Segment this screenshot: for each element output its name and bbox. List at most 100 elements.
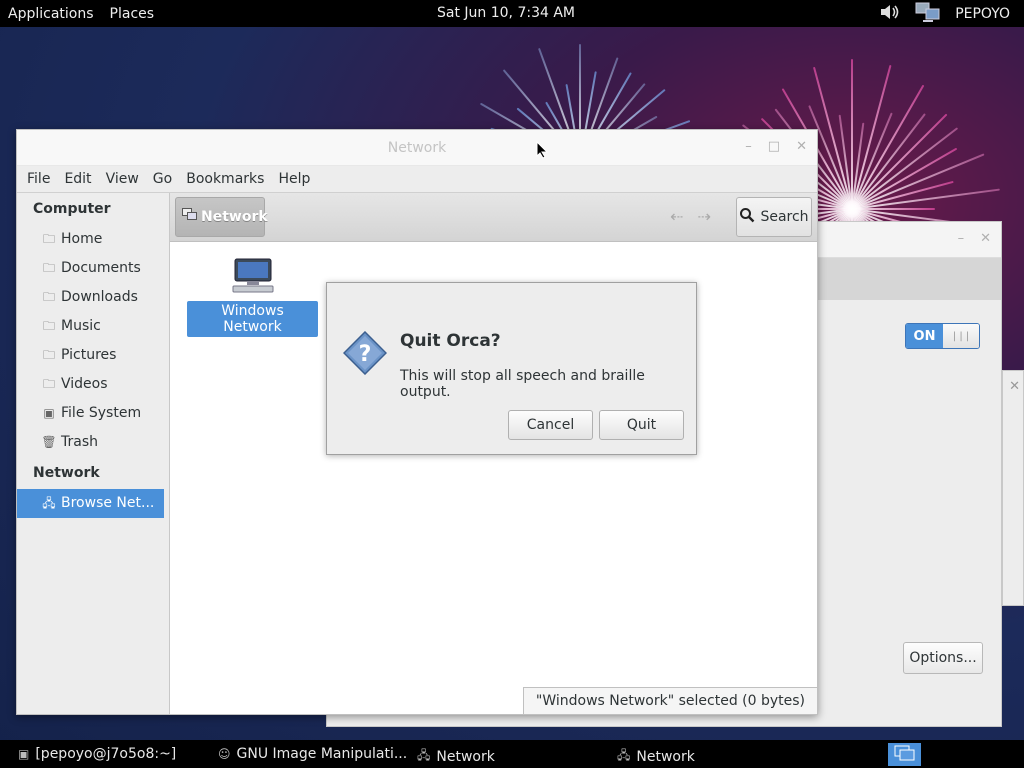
menu-edit[interactable]: Edit [57, 171, 98, 187]
windows-network-icon [231, 258, 275, 299]
menu-go[interactable]: Go [146, 171, 179, 187]
firework-spark [851, 153, 985, 210]
workspace-icon [894, 745, 916, 765]
firework-spark [851, 59, 853, 209]
sidebar-item-file-system[interactable]: ▣ File System [17, 399, 169, 428]
sidebar-item-pictures[interactable]: 🗀 Pictures [17, 341, 169, 370]
workspace-switcher[interactable] [888, 743, 921, 766]
sidebar-item-label: Videos [61, 376, 108, 392]
quit-orca-dialog: ? Quit Orca? This will stop all speech a… [326, 282, 697, 455]
folder-icon: 🗀 [42, 232, 55, 246]
folder-icon: 🗀 [42, 290, 55, 304]
taskbar-item-label: GNU Image Manipulati... [236, 746, 408, 762]
svg-text:?: ? [359, 342, 372, 367]
network-icon[interactable] [915, 1, 941, 27]
toggle-on-label: ON [906, 324, 943, 348]
gimp-icon: ☺ [218, 747, 231, 761]
search-button[interactable]: Search [736, 197, 812, 237]
taskbar-item-network-2[interactable]: 🖧 Network [617, 746, 695, 767]
sidebar-item-home[interactable]: 🗀 Home [17, 225, 169, 254]
sidebar-heading-network: Network [33, 465, 100, 481]
sidebar-item-label: Documents [61, 260, 141, 276]
close-icon[interactable]: ✕ [980, 231, 991, 246]
sidebar-item-documents[interactable]: 🗀 Documents [17, 254, 169, 283]
dialog-title: Quit Orca? [400, 331, 501, 351]
cancel-button[interactable]: Cancel [508, 410, 593, 440]
sidebar-item-label: Browse Net... [61, 495, 155, 511]
firework-spark [851, 127, 959, 210]
breadcrumb-label: Network [201, 209, 268, 225]
sidebar-item-trash[interactable]: 🗑 Trash [17, 428, 169, 457]
firework-spark [851, 84, 925, 210]
trash-icon: 🗑 [41, 435, 57, 449]
menu-help[interactable]: Help [271, 171, 317, 187]
taskbar-item-label: Network [436, 748, 495, 765]
firework-spark [851, 188, 1000, 210]
places-menu[interactable]: Places [102, 6, 163, 22]
sidebar-item-downloads[interactable]: 🗀 Downloads [17, 283, 169, 312]
firework-spark [851, 147, 957, 210]
close-icon[interactable]: ✕ [1009, 379, 1020, 394]
quit-button[interactable]: Quit [599, 410, 684, 440]
taskbar-item-network-1[interactable]: 🖧 Network [417, 746, 495, 767]
taskbar-item-gimp[interactable]: ☺ GNU Image Manipulati... [218, 746, 407, 762]
minimize-icon[interactable]: – [958, 231, 965, 246]
firework-spark [838, 114, 853, 210]
taskbar-item-label: Network [636, 748, 695, 765]
options-button[interactable]: Options... [903, 642, 983, 674]
sidebar-item-music[interactable]: 🗀 Music [17, 312, 169, 341]
sidebar-item-videos[interactable]: 🗀 Videos [17, 370, 169, 399]
applications-menu[interactable]: Applications [0, 6, 102, 22]
sidebar-item-label: Downloads [61, 289, 138, 305]
search-label: Search [760, 209, 809, 225]
menu-view[interactable]: View [99, 171, 146, 187]
sidebar-heading-computer: Computer [33, 201, 111, 217]
taskbar-item-terminal[interactable]: ▣ [pepoyo@j7o5o8:~] [18, 746, 176, 762]
menu-bookmarks[interactable]: Bookmarks [179, 171, 271, 187]
sidebar-item-label: Pictures [61, 347, 117, 363]
network-icon: 🖧 [617, 748, 631, 762]
status-bar: "Windows Network" selected (0 bytes) [522, 687, 817, 714]
firework-spark [851, 113, 926, 210]
top-panel: Applications Places Sat Jun 10, 7:34 AM … [0, 0, 1024, 27]
speaker-icon[interactable] [879, 3, 901, 25]
firework-spark [852, 208, 935, 210]
question-icon: ? [342, 330, 388, 379]
sidebar-item-label: File System [61, 405, 142, 421]
firework-spark [851, 112, 893, 210]
back-arrow-icon[interactable]: ⇠ [670, 207, 683, 226]
sidebar-item-label: Home [61, 231, 103, 247]
location-breadcrumb[interactable]: Network [175, 197, 268, 237]
drive-icon: ▣ [43, 406, 55, 420]
sidebar: Computer 🗀 Home 🗀 Documents 🗀 Downloads 🗀 Mu… [17, 193, 170, 714]
firework-spark [851, 180, 954, 210]
folder-icon: 🗀 [42, 377, 55, 391]
folder-icon: 🗀 [42, 348, 55, 362]
folder-icon: 🗀 [42, 319, 55, 333]
minimize-icon[interactable]: – [745, 139, 752, 154]
sidebar-item-browse-network[interactable]: 🖧 Browse Net... [17, 489, 164, 518]
orca-toggle[interactable]: ON | | | [905, 323, 980, 349]
menubar: File Edit View Go Bookmarks Help [17, 166, 817, 192]
orca-header-strip [817, 258, 1001, 300]
window-title: Network [387, 140, 447, 156]
forward-arrow-icon[interactable]: ⇢ [697, 207, 710, 226]
sidebar-item-label: Music [61, 318, 101, 334]
user-menu[interactable]: PEPOYO [955, 6, 1010, 22]
clock[interactable]: Sat Jun 10, 7:34 AM [437, 5, 575, 21]
network-icon: 🖧 [417, 748, 431, 762]
firework-spark [813, 67, 853, 210]
close-icon[interactable]: ✕ [796, 139, 807, 154]
search-icon [739, 207, 755, 227]
firework-spark [851, 122, 865, 210]
dialog-message: This will stop all speech and braille ou… [400, 368, 645, 400]
network-icon: 🖧 [42, 496, 56, 510]
file-item-windows-network[interactable]: Windows Network [187, 255, 318, 337]
sidebar-item-label: Trash [61, 434, 98, 450]
firework-spark [851, 65, 892, 210]
window-titlebar[interactable]: Network – □ ✕ [17, 130, 817, 166]
toggle-handle[interactable]: | | | [943, 324, 979, 348]
taskbar-item-label: [pepoyo@j7o5o8:~] [35, 746, 177, 762]
menu-file[interactable]: File [20, 171, 57, 187]
maximize-icon[interactable]: □ [768, 139, 780, 154]
